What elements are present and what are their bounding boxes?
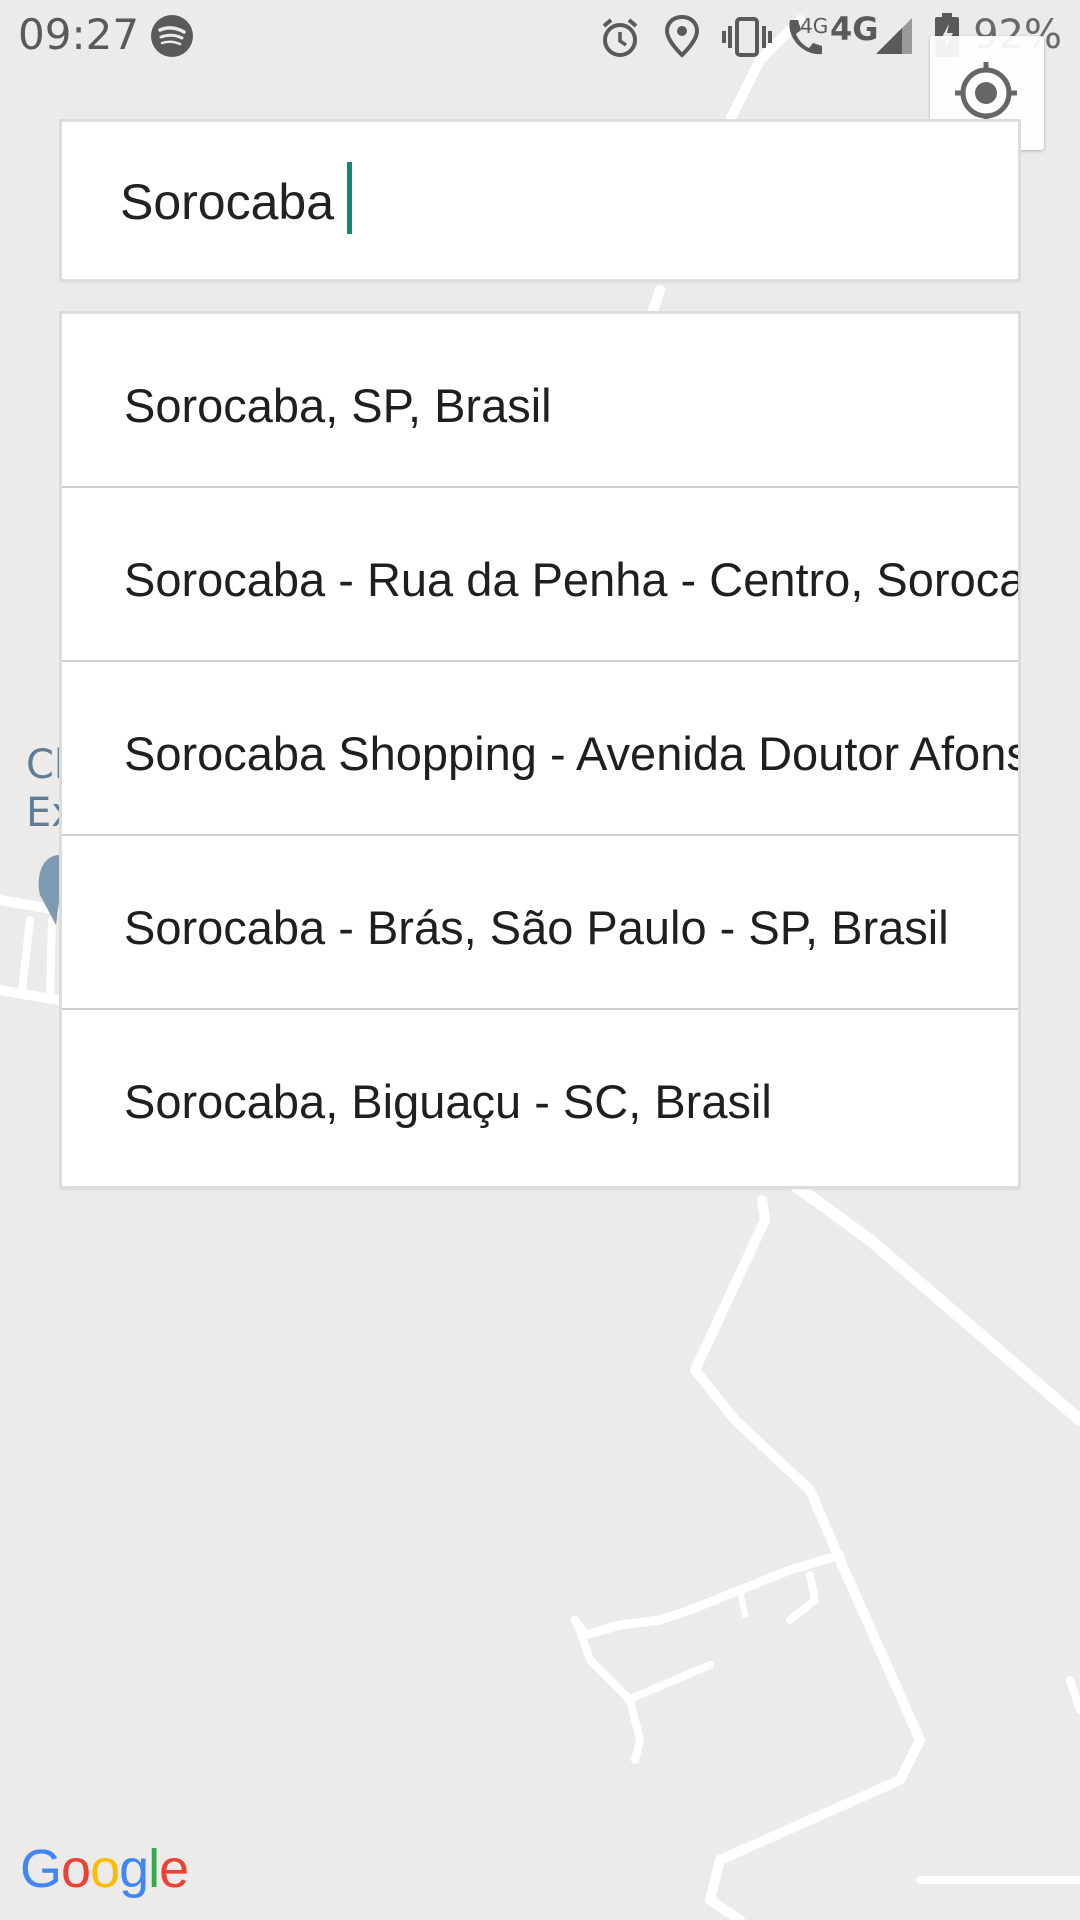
autocomplete-list: Sorocaba, SP, Brasil Sorocaba - Rua da P… [62, 314, 1018, 1186]
search-input[interactable] [120, 162, 970, 242]
logo-letter: G [20, 1839, 62, 1899]
alarm-icon [598, 16, 642, 65]
4g-small-label: 4G [800, 14, 829, 38]
status-time: 09:27 [18, 10, 140, 59]
logo-letter: o [61, 1839, 91, 1899]
suggestion-item[interactable]: Sorocaba, SP, Brasil [62, 314, 1018, 488]
suggestion-label: Sorocaba - Rua da Penha - Centro, Soroca… [124, 553, 1018, 606]
logo-letter: l [148, 1839, 160, 1899]
4g-network-icon: 4G [830, 10, 879, 48]
suggestion-item[interactable]: Sorocaba - Brás, São Paulo - SP, Brasil [62, 836, 1018, 1010]
signal-icon [874, 16, 914, 61]
spotify-icon [150, 14, 194, 63]
suggestion-label: Sorocaba, Biguaçu - SC, Brasil [124, 1075, 772, 1128]
suggestion-item[interactable]: Sorocaba Shopping - Avenida Doutor Afons… [62, 662, 1018, 836]
vibrate-icon [722, 16, 772, 63]
location-pin-icon [662, 14, 702, 63]
map-place-label-line1: Cl [26, 742, 66, 788]
suggestion-item[interactable]: Sorocaba - Rua da Penha - Centro, Soroca… [62, 488, 1018, 662]
logo-letter: e [159, 1839, 189, 1899]
status-bar: 09:27 4G 4G 92% [0, 0, 1080, 72]
suggestion-label: Sorocaba - Brás, São Paulo - SP, Brasil [124, 901, 949, 954]
google-logo: Google [20, 1838, 189, 1900]
logo-letter: o [90, 1839, 120, 1899]
logo-letter: g [119, 1839, 149, 1899]
suggestion-label: Sorocaba Shopping - Avenida Doutor Afons… [124, 727, 1018, 780]
app-screen: Cl Ex 09:27 4G 4G 92% Sorocaba Sorocaba,… [0, 0, 1080, 1920]
suggestion-label: Sorocaba, SP, Brasil [124, 379, 552, 432]
text-cursor [347, 162, 352, 234]
suggestion-item[interactable]: Sorocaba, Biguaçu - SC, Brasil [62, 1010, 1018, 1186]
search-box [62, 122, 1018, 279]
